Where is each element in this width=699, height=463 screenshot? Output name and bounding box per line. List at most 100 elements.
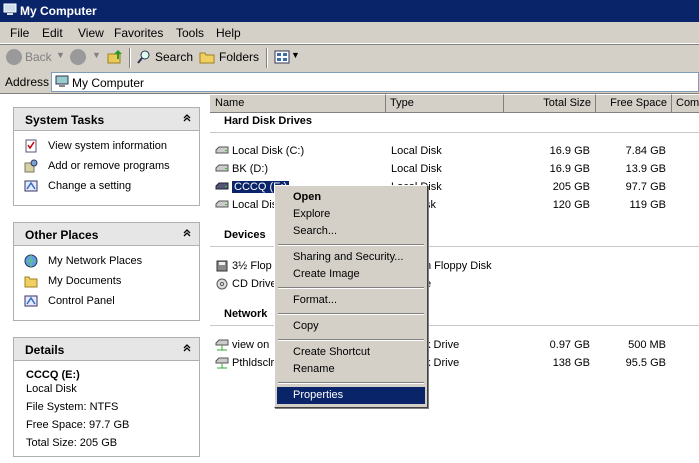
menu-item-format[interactable]: Format...: [277, 292, 425, 309]
drive-row-d[interactable]: BK (D:) Local Disk 16.9 GB 13.9 GB: [210, 161, 699, 179]
menu-item-label[interactable]: Rename: [293, 363, 335, 375]
add-remove-programs-icon: [24, 159, 38, 173]
back-arrow-icon[interactable]: [6, 49, 22, 65]
network-drive-name[interactable]: Pthldsclr: [232, 357, 274, 369]
place-label[interactable]: Control Panel: [48, 295, 115, 307]
menu-separator: [278, 382, 424, 384]
drive-name[interactable]: Local Disk (C:): [232, 145, 304, 157]
collapse-chevron-icon[interactable]: [181, 342, 193, 354]
window-title: My Computer: [20, 4, 97, 18]
drive-name[interactable]: BK (D:): [232, 163, 268, 175]
menu-item-label[interactable]: Sharing and Security...: [293, 251, 403, 263]
task-label[interactable]: View system information: [48, 140, 167, 152]
column-header-comments[interactable]: Com: [672, 94, 699, 113]
menu-separator: [278, 339, 424, 341]
column-label: Type: [390, 97, 414, 109]
menu-item-label[interactable]: Format...: [293, 294, 337, 306]
menu-item-properties[interactable]: Properties: [277, 387, 425, 404]
folders-button[interactable]: Folders: [219, 50, 259, 64]
column-label: Free Space: [610, 97, 667, 109]
task-pane: System Tasks View system information Add…: [0, 94, 210, 463]
drive-row-c[interactable]: Local Disk (C:) Local Disk 16.9 GB 7.84 …: [210, 143, 699, 161]
collapse-chevron-icon[interactable]: [181, 227, 193, 239]
control-panel-icon: [24, 295, 38, 307]
menu-item-label[interactable]: Copy: [293, 320, 319, 332]
menu-item-open[interactable]: Open: [277, 189, 425, 206]
search-button[interactable]: Search: [155, 50, 193, 64]
menu-item-search[interactable]: Search...: [277, 223, 425, 240]
menu-favorites[interactable]: Favorites: [114, 26, 163, 40]
folder-up-icon[interactable]: [107, 49, 123, 65]
menu-item-label[interactable]: Open: [293, 191, 321, 203]
toolbar: Back ▼ ▼ Search Folders ▼: [0, 44, 699, 72]
drive-total-size: 120 GB: [552, 199, 590, 211]
menu-item-sharing-security[interactable]: Sharing and Security...: [277, 249, 425, 266]
menu-file[interactable]: File: [10, 26, 29, 40]
menu-item-create-shortcut[interactable]: Create Shortcut: [277, 344, 425, 361]
my-computer-icon: [3, 3, 17, 15]
place-label[interactable]: My Network Places: [48, 255, 142, 267]
menu-separator: [278, 287, 424, 289]
menu-item-rename[interactable]: Rename: [277, 361, 425, 378]
device-name[interactable]: 3½ Flop: [232, 260, 272, 272]
hard-disk-icon: [215, 164, 229, 172]
menu-item-copy[interactable]: Copy: [277, 318, 425, 335]
menu-item-explore[interactable]: Explore: [277, 206, 425, 223]
network-drive-name[interactable]: view on: [232, 339, 269, 351]
column-header-name[interactable]: Name: [210, 94, 386, 113]
details-total-size: Total Size: 205 GB: [26, 437, 118, 449]
menu-item-label[interactable]: Create Image: [293, 268, 360, 280]
menu-view[interactable]: View: [78, 26, 104, 40]
address-label: Address: [5, 75, 50, 89]
menu-item-label[interactable]: Explore: [293, 208, 330, 220]
column-header-total-size[interactable]: Total Size: [504, 94, 596, 113]
drive-free-space: 13.9 GB: [625, 163, 666, 175]
menu-bar: File Edit View Favorites Tools Help: [0, 22, 699, 44]
place-label[interactable]: My Documents: [48, 275, 121, 287]
menu-item-create-image[interactable]: Create Image: [277, 266, 425, 283]
network-drive-type: k Drive: [425, 339, 460, 351]
back-button[interactable]: Back: [25, 50, 52, 64]
views-icon[interactable]: [274, 49, 290, 65]
search-icon[interactable]: [136, 49, 152, 65]
forward-arrow-icon[interactable]: [70, 49, 86, 65]
address-field[interactable]: My Computer: [51, 72, 699, 92]
system-tasks-panel: System Tasks View system information Add…: [13, 107, 200, 206]
task-label[interactable]: Add or remove programs: [48, 160, 170, 172]
folders-icon[interactable]: [199, 49, 216, 65]
back-dropdown-icon[interactable]: ▼: [56, 50, 65, 60]
menu-item-label[interactable]: Create Shortcut: [293, 346, 370, 358]
menu-separator: [278, 313, 424, 315]
drive-total-size: 205 GB: [552, 181, 590, 193]
other-places-panel: Other Places My Network Places My Docume…: [13, 222, 200, 321]
details-free-space: Free Space: 97.7 GB: [26, 419, 130, 431]
group-divider: [210, 132, 699, 133]
details-panel: Details CCCQ (E:) Local Disk File System…: [13, 337, 200, 457]
column-header-type[interactable]: Type: [386, 94, 504, 113]
collapse-chevron-icon[interactable]: [181, 112, 193, 124]
column-label: Com: [676, 97, 699, 109]
drive-total-size: 16.9 GB: [549, 145, 590, 157]
menu-tools[interactable]: Tools: [176, 26, 204, 40]
other-places-header[interactable]: Other Places: [14, 223, 199, 246]
network-drive-type: k Drive: [425, 357, 460, 369]
menu-item-label[interactable]: Properties: [293, 389, 343, 401]
menu-item-label[interactable]: Search...: [293, 225, 337, 237]
task-label[interactable]: Change a setting: [48, 180, 131, 192]
menu-edit[interactable]: Edit: [42, 26, 63, 40]
group-devices: Devices: [224, 229, 266, 241]
device-name[interactable]: CD Drive: [232, 278, 277, 290]
system-tasks-header[interactable]: System Tasks: [14, 108, 199, 131]
panel-title: Other Places: [25, 228, 99, 242]
menu-help[interactable]: Help: [216, 26, 241, 40]
drive-free-space: 95.5 GB: [625, 357, 666, 369]
drive-free-space: 97.7 GB: [625, 181, 666, 193]
details-drive-type: Local Disk: [26, 383, 77, 395]
forward-dropdown-icon[interactable]: ▼: [92, 50, 101, 60]
cd-drive-icon: [216, 278, 228, 290]
drive-free-space: 500 MB: [628, 339, 666, 351]
floppy-drive-icon: [216, 260, 228, 272]
details-header[interactable]: Details: [14, 338, 199, 361]
views-dropdown-icon[interactable]: ▼: [291, 50, 300, 60]
column-header-free-space[interactable]: Free Space: [596, 94, 672, 113]
